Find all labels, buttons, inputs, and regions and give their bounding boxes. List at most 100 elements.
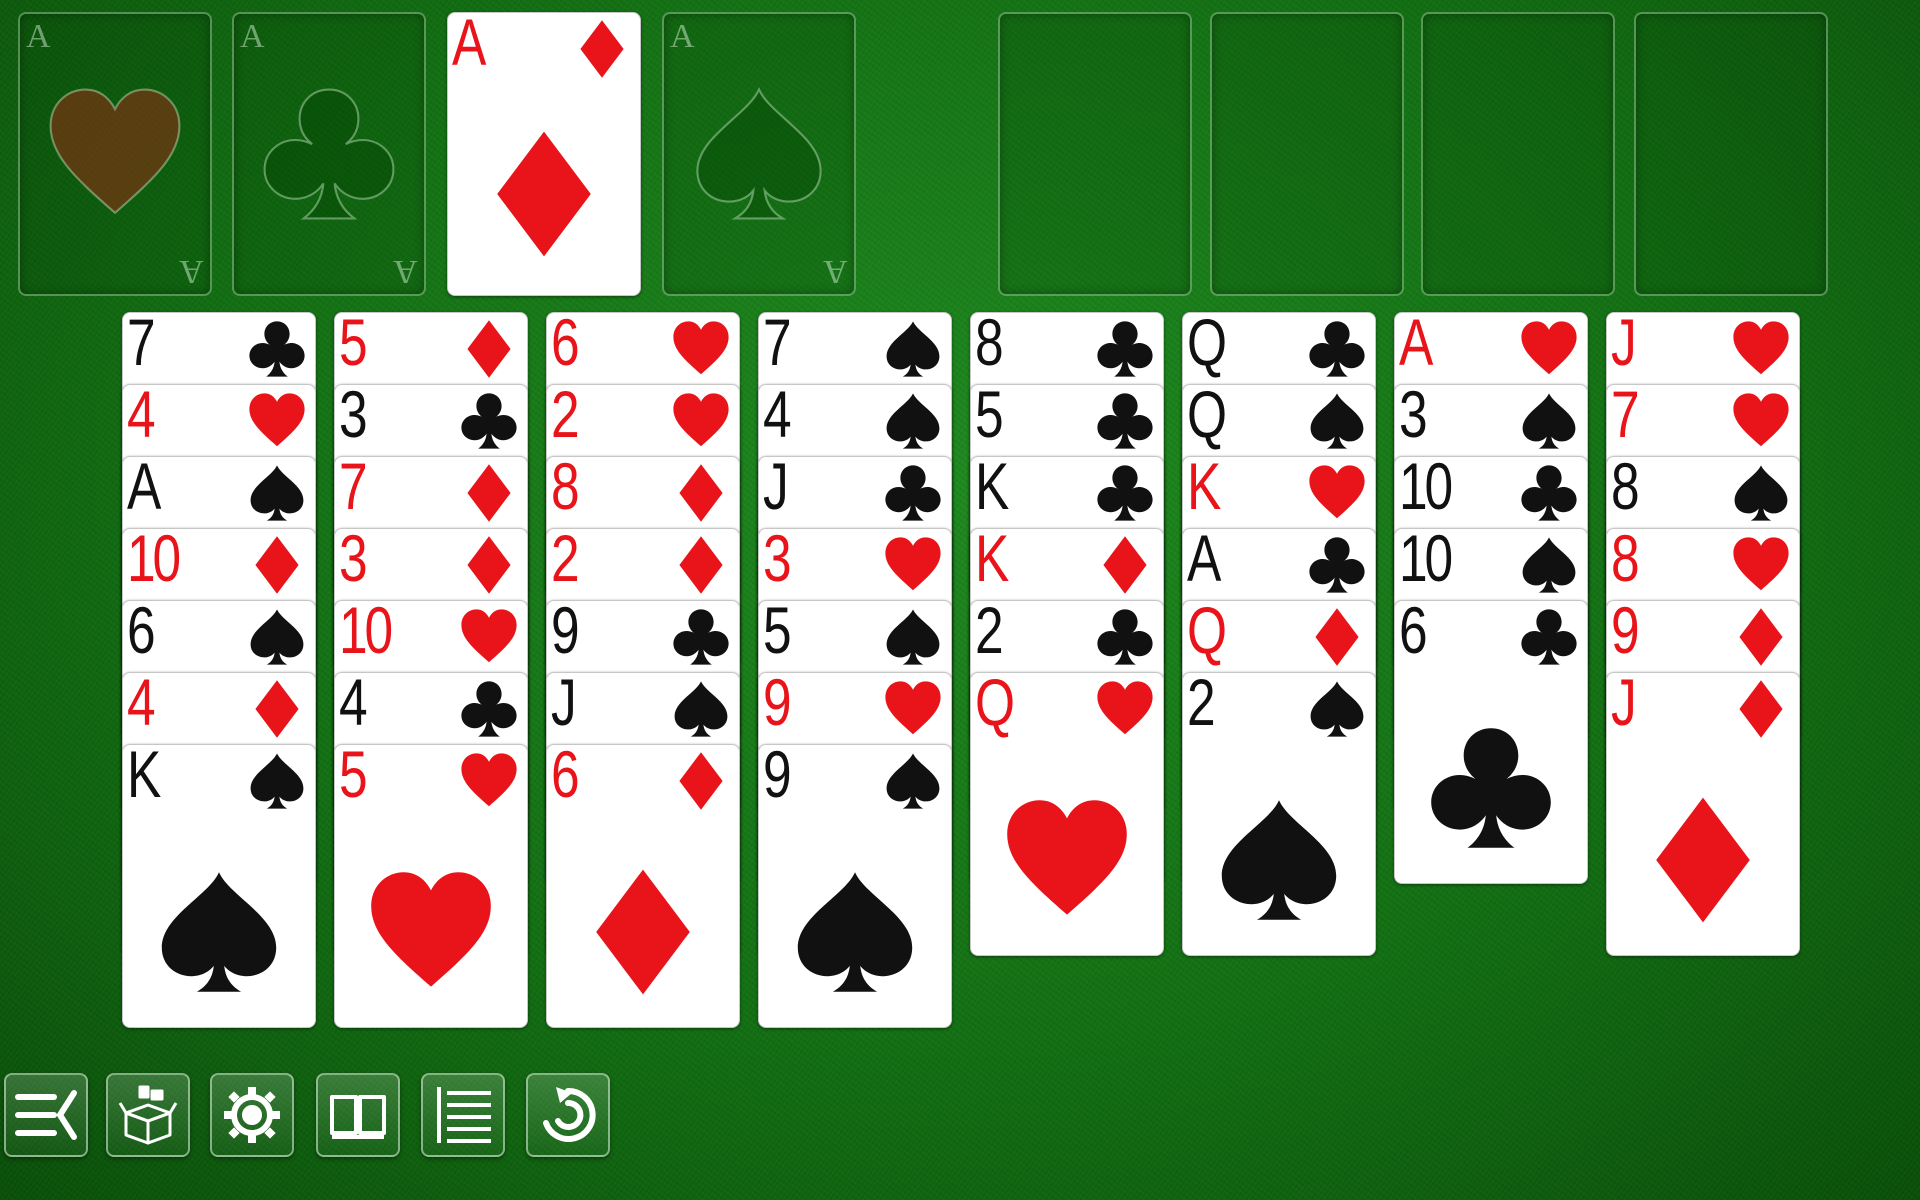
menu-button[interactable] bbox=[4, 1073, 88, 1157]
card-rank: 3 bbox=[339, 521, 368, 595]
heart-icon bbox=[673, 321, 729, 375]
club-icon bbox=[461, 393, 517, 449]
foundation-hearts[interactable]: AA bbox=[18, 12, 212, 296]
diamond-icon bbox=[1739, 680, 1783, 738]
club-icon bbox=[461, 681, 517, 737]
card-rank: 8 bbox=[975, 305, 1004, 379]
foundation-label: A bbox=[26, 18, 51, 55]
card-6-of-diamonds[interactable]: 6 bbox=[546, 737, 740, 1028]
card-rank: A bbox=[452, 5, 486, 79]
heart-icon bbox=[1097, 681, 1153, 735]
card-rank: 7 bbox=[1611, 377, 1640, 451]
diamond-icon bbox=[596, 869, 690, 995]
undo-button[interactable] bbox=[526, 1073, 610, 1157]
card-rank: A bbox=[127, 449, 161, 523]
card-Q-of-hearts[interactable]: Q bbox=[970, 665, 1164, 956]
club-icon bbox=[1431, 728, 1551, 848]
list-icon bbox=[437, 1087, 491, 1143]
spade-icon bbox=[250, 465, 304, 521]
undo-icon bbox=[543, 1087, 596, 1142]
card-5-of-hearts[interactable]: 5 bbox=[334, 737, 528, 1028]
card-rank: 9 bbox=[763, 737, 792, 811]
spade-icon bbox=[250, 753, 304, 809]
card-rank: Q bbox=[1187, 593, 1227, 667]
diamond-icon bbox=[679, 752, 723, 810]
club-icon bbox=[249, 321, 305, 377]
card-rank: 7 bbox=[127, 305, 156, 379]
card-J-of-diamonds[interactable]: J bbox=[1606, 665, 1800, 956]
foundation-clubs[interactable]: AA bbox=[232, 12, 426, 296]
card-rank: 4 bbox=[127, 377, 156, 451]
spade-icon bbox=[886, 753, 940, 809]
card-rank: 5 bbox=[339, 737, 368, 811]
foundation-label-rotated: A bbox=[823, 253, 848, 290]
card-rank: J bbox=[551, 665, 577, 739]
book-icon bbox=[330, 1095, 386, 1139]
card-rank: 8 bbox=[551, 449, 580, 523]
card-rank: 6 bbox=[551, 737, 580, 811]
card-9-of-spades[interactable]: 9 bbox=[758, 737, 952, 1028]
heart-icon bbox=[1733, 393, 1789, 447]
card-rank: Q bbox=[1187, 377, 1227, 451]
card-6-of-clubs[interactable]: 6 bbox=[1394, 597, 1588, 884]
heart-icon bbox=[885, 537, 941, 591]
card-rank: 2 bbox=[975, 593, 1004, 667]
card-2-of-spades[interactable]: 2 bbox=[1182, 669, 1376, 956]
diamond-icon bbox=[679, 536, 723, 594]
spade-icon bbox=[797, 872, 913, 992]
free-cell-1[interactable] bbox=[998, 12, 1192, 296]
card-rank: A bbox=[1187, 521, 1221, 595]
card-rank: 5 bbox=[763, 593, 792, 667]
diamond-icon bbox=[255, 680, 299, 738]
diamond-icon bbox=[1315, 608, 1359, 666]
card-rank: 9 bbox=[551, 593, 580, 667]
diamond-icon bbox=[1656, 797, 1750, 923]
free-cell-4[interactable] bbox=[1634, 12, 1828, 296]
club-icon bbox=[1309, 537, 1365, 593]
diamond-icon bbox=[255, 536, 299, 594]
club-icon bbox=[1097, 465, 1153, 521]
card-rank: Q bbox=[975, 665, 1015, 739]
foundation-label-rotated: A bbox=[179, 253, 204, 290]
free-cell-2[interactable] bbox=[1210, 12, 1404, 296]
card-rank: A bbox=[1399, 305, 1433, 379]
diamond-icon bbox=[497, 131, 591, 257]
new-game-button[interactable] bbox=[106, 1073, 190, 1157]
heart-icon bbox=[1007, 800, 1127, 915]
card-rank: J bbox=[1611, 665, 1637, 739]
club-icon bbox=[1097, 321, 1153, 377]
club-icon bbox=[1309, 321, 1365, 377]
card-rank: 10 bbox=[127, 521, 181, 595]
spade-icon bbox=[674, 681, 728, 737]
club-icon bbox=[1521, 609, 1577, 665]
foundation-diamonds[interactable]: A bbox=[447, 5, 641, 296]
box-icon bbox=[118, 1085, 178, 1145]
spade-icon bbox=[250, 609, 304, 665]
foundation-spades[interactable]: AA bbox=[662, 12, 856, 296]
card-rank: 3 bbox=[763, 521, 792, 595]
club-icon bbox=[885, 465, 941, 521]
card-rank: 4 bbox=[339, 665, 368, 739]
card-K-of-spades[interactable]: K bbox=[122, 741, 316, 1028]
rules-button[interactable] bbox=[316, 1073, 400, 1157]
statistics-button[interactable] bbox=[421, 1073, 505, 1157]
card-rank: 2 bbox=[551, 377, 580, 451]
heart-icon bbox=[1733, 321, 1789, 375]
free-cell-3[interactable] bbox=[1421, 12, 1615, 296]
card-rank: 8 bbox=[1611, 521, 1640, 595]
heart-icon bbox=[461, 753, 517, 807]
card-rank: 4 bbox=[127, 665, 156, 739]
spade-icon bbox=[696, 87, 822, 220]
foundation-label: A bbox=[240, 18, 265, 55]
spade-icon bbox=[1310, 393, 1364, 449]
heart-icon bbox=[885, 681, 941, 735]
card-rank: 2 bbox=[551, 521, 580, 595]
heart-icon bbox=[1733, 537, 1789, 591]
diamond-icon bbox=[580, 20, 624, 78]
spade-icon bbox=[1221, 800, 1337, 920]
club-icon bbox=[1521, 465, 1577, 521]
spade-icon bbox=[1734, 465, 1788, 521]
club-icon bbox=[1097, 609, 1153, 665]
card-rank: Q bbox=[1187, 305, 1227, 379]
settings-button[interactable] bbox=[210, 1073, 294, 1157]
